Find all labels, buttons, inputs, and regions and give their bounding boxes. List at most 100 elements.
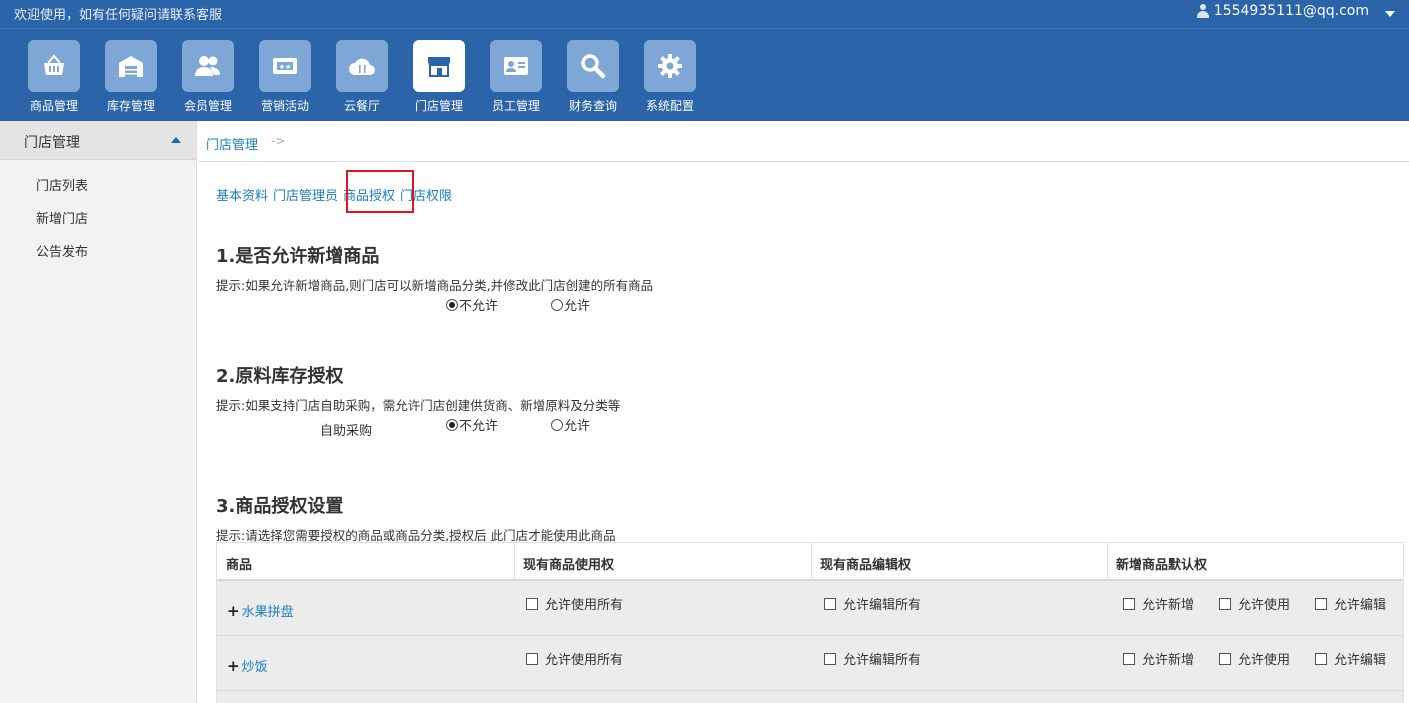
checkbox[interactable] [824,652,836,665]
nav-label: 门店管理 [414,99,463,113]
checkbox[interactable] [1123,652,1135,665]
checkbox-use-all[interactable]: 允许使用所有 [526,649,623,668]
checkbox[interactable] [1219,652,1231,665]
radio-label: 不允许 [459,299,499,314]
section1-title: 1.是否允许新增商品 [216,246,380,267]
radio-unchecked[interactable] [551,418,563,431]
nav-label: 商品管理 [29,99,78,113]
column-divider [1107,543,1108,581]
nav-item-store[interactable]: 门店管理 [409,40,469,114]
goods-name[interactable]: + 炒饭 [227,656,268,676]
nav-label: 库存管理 [106,99,155,113]
welcome-text: 欢迎使用，如有任何疑问请联系客服 [14,8,223,23]
radio-label: 允许 [564,299,591,314]
basket-icon [28,40,80,92]
radio-disallow-self-purchase[interactable]: 不允许 [446,415,498,434]
nav-item-cloud-restaurant[interactable]: 云餐厅 [332,40,392,114]
col-edit-right: 现有商品编辑权 [820,558,912,573]
column-divider [811,543,812,581]
expand-plus-icon[interactable]: + [227,602,240,620]
radio-checked[interactable] [446,418,458,431]
checkbox-allow-new[interactable]: 允许新增 [1123,649,1194,668]
top-bar: 欢迎使用，如有任何疑问请联系客服 1554935111@qq.com [0,0,1409,28]
checkbox-edit-all[interactable]: 允许编辑所有 [824,649,921,668]
radio-disallow-new-goods[interactable]: 不允许 [446,295,498,314]
radio-checked[interactable] [446,298,458,311]
radio-unchecked[interactable] [551,298,563,311]
nav-item-finance[interactable]: 财务查询 [563,40,623,114]
chevron-down-icon[interactable] [1385,11,1395,17]
checkbox[interactable] [526,652,538,665]
table-header: 商品 现有商品使用权 现有商品编辑权 新增商品默认权 [217,543,1403,581]
radio-allow-self-purchase[interactable]: 允许 [551,415,590,434]
checkbox[interactable] [526,597,538,610]
checkbox-use-all[interactable]: 允许使用所有 [526,594,623,613]
checkbox-label: 允许编辑 [1334,598,1387,613]
nav-label: 员工管理 [491,99,540,113]
checkbox[interactable] [1123,597,1135,610]
section1-hint: 提示:如果允许新增商品,则门店可以新增商品分类,并修改此门店创建的所有商品 [216,278,654,293]
sidebar-title: 门店管理 [24,135,80,151]
id-card-icon [490,40,542,92]
nav-label: 营销活动 [260,99,309,113]
table-row: + 炒饭 允许使用所有 允许编辑所有 允许新增 允许使用 允许编辑 [217,636,1403,691]
main-nav: 商品管理 库存管理 会员管理 ★★ 营销活动 云餐厅 门店管理 员工管理 财务查… [0,28,1409,121]
checkbox-label: 允许编辑 [1334,653,1387,668]
sub-tabs: 基本资料 门店管理员 商品授权 门店权限 [216,185,452,204]
radio-allow-new-goods[interactable]: 允许 [551,295,590,314]
checkbox-label: 允许新增 [1142,598,1195,613]
storefront-icon [413,40,465,92]
checkbox-label: 允许使用所有 [545,598,624,613]
nav-item-settings[interactable]: 系统配置 [640,40,700,114]
checkbox[interactable] [824,597,836,610]
checkbox[interactable] [1219,597,1231,610]
checkbox-label: 允许新增 [1142,653,1195,668]
table-row: + 水果拼盘 允许使用所有 允许编辑所有 允许新增 允许使用 允许编辑 [217,581,1403,636]
checkbox[interactable] [1315,597,1327,610]
radio-label: 不允许 [459,419,499,434]
sidebar-header[interactable]: 门店管理 [0,121,196,160]
checkbox-allow-new[interactable]: 允许新增 [1123,594,1194,613]
nav-item-staff[interactable]: 员工管理 [486,40,546,114]
breadcrumb-link[interactable]: 门店管理 [206,134,258,153]
col-use-right: 现有商品使用权 [523,558,615,573]
sidebar-item-announcement[interactable]: 公告发布 [0,244,196,277]
checkbox-edit-all[interactable]: 允许编辑所有 [824,594,921,613]
nav-item-inventory[interactable]: 库存管理 [101,40,161,114]
checkbox-label: 允许编辑所有 [843,598,922,613]
nav-item-members[interactable]: 会员管理 [178,40,238,114]
members-icon [182,40,234,92]
warehouse-icon [105,40,157,92]
radio-label: 允许 [564,419,591,434]
checkbox-label: 允许使用所有 [545,653,624,668]
sidebar-item-add-store[interactable]: 新增门店 [0,211,196,244]
goods-name[interactable]: + 水果拼盘 [227,601,294,621]
expand-plus-icon[interactable]: + [227,657,240,675]
goods-authorization-table: 商品 现有商品使用权 现有商品编辑权 新增商品默认权 + 水果拼盘 允许使用所有… [216,542,1404,703]
checkbox-allow-edit[interactable]: 允许编辑 [1315,649,1386,668]
nav-label: 系统配置 [645,99,694,113]
user-icon [1196,4,1210,18]
checkbox-allow-use[interactable]: 允许使用 [1219,649,1290,668]
section2-hint: 提示:如果支持门店自助采购，需允许门店创建供货商、新增原料及分类等 [216,398,621,413]
active-tab-highlight [346,170,414,213]
checkbox[interactable] [1315,652,1327,665]
checkbox-allow-edit[interactable]: 允许编辑 [1315,594,1386,613]
checkbox-label: 允许使用 [1238,598,1291,613]
nav-item-marketing[interactable]: ★★ 营销活动 [255,40,315,114]
chevron-up-icon[interactable] [171,137,181,143]
nav-label: 财务查询 [568,99,617,113]
tab-basic-info[interactable]: 基本资料 [216,185,268,204]
section3-title: 3.商品授权设置 [216,496,344,517]
goods-name-text[interactable]: 水果拼盘 [242,601,294,620]
goods-name-text[interactable]: 炒饭 [242,656,268,675]
checkbox-allow-use[interactable]: 允许使用 [1219,594,1290,613]
nav-label: 会员管理 [183,99,232,113]
sidebar: 门店管理 门店列表 新增门店 公告发布 [0,121,197,703]
sidebar-item-store-list[interactable]: 门店列表 [0,178,196,211]
checkbox-label: 允许使用 [1238,653,1291,668]
self-purchase-label: 自助采购 [320,424,373,439]
user-menu[interactable]: 1554935111@qq.com [1196,3,1395,19]
tab-store-admin[interactable]: 门店管理员 [273,185,338,204]
nav-item-goods[interactable]: 商品管理 [24,40,84,114]
